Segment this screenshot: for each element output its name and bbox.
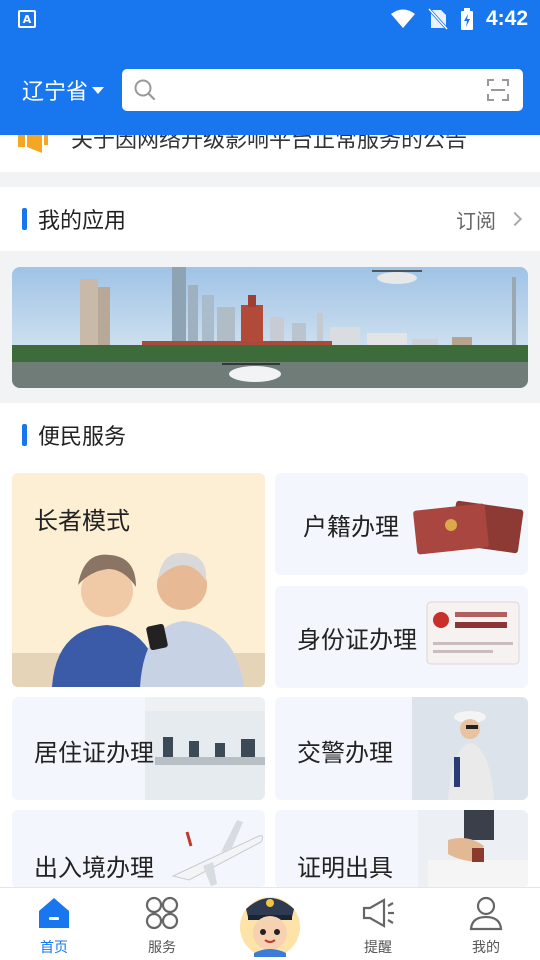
home-icon [39,898,69,928]
wifi-icon [390,9,415,28]
police-mascot-icon[interactable] [238,887,302,957]
scan-icon[interactable] [487,79,509,101]
section-accent-bar [22,424,27,446]
service-label: 出入境办理 [34,854,154,882]
service-label: 户籍办理 [303,513,399,541]
subscribe-link[interactable]: 订阅 [456,205,523,234]
subscribe-label: 订阅 [456,208,496,233]
my-apps-header: 我的应用 订阅 [0,187,540,251]
notice-text: 关于因网络升级影响平台正常服务的公告 [71,135,468,153]
grid-icon [145,896,179,930]
chevron-right-icon [507,211,523,227]
app-notification-icon: A [18,10,36,28]
tab-label: 提醒 [364,940,392,956]
search-input[interactable] [156,69,487,111]
top-header: A 4:42 辽宁省 [0,0,540,135]
household-booklet-image [413,500,524,555]
services-header: 便民服务 [0,403,540,467]
service-card-exit-entry[interactable]: 出入境办理 [12,810,265,888]
tab-label: 服务 [148,940,176,956]
tab-label: 首页 [40,940,68,956]
province-label: 辽宁省 [22,80,89,105]
traffic-police-image [412,697,528,800]
service-card-household[interactable]: 户籍办理 [275,473,528,575]
battery-icon [460,8,473,30]
user-icon [469,896,503,931]
service-label: 证明出具 [297,854,393,882]
elderly-couple-image [12,552,265,687]
notice-bar[interactable]: 关于因网络升级影响平台正常服务的公告 [0,135,540,172]
service-label: 身份证办理 [297,626,417,654]
province-selector[interactable]: 辽宁省 [22,74,105,106]
city-banner[interactable] [12,267,528,388]
service-card-traffic-police[interactable]: 交警办理 [275,697,528,800]
my-apps-title: 我的应用 [38,209,127,234]
service-card-residence-permit[interactable]: 居住证办理 [12,697,265,800]
tab-mine[interactable]: 我的 [432,888,540,960]
service-label: 居住证办理 [34,739,154,767]
services-title: 便民服务 [38,425,127,450]
services-section: 便民服务 长者模式 户籍办理 身份证办理 居住证办理 交警办理 出入境办理 证明… [0,403,540,888]
service-label: 交警办理 [297,739,393,767]
search-bar[interactable] [122,69,523,111]
tab-home[interactable]: 首页 [0,888,108,960]
city-skyline-image [12,267,528,388]
tab-reminders[interactable]: 提醒 [324,888,432,960]
tab-services[interactable]: 服务 [108,888,216,960]
status-bar: A 4:42 [0,0,540,38]
caret-down-icon [92,86,105,94]
tab-label: 我的 [472,940,500,956]
service-card-elder-mode[interactable]: 长者模式 [12,473,265,687]
search-icon [134,79,156,101]
stamping-document-image [418,810,528,888]
megaphone-icon [362,898,394,928]
id-card-image [426,601,520,665]
service-hall-image [145,697,265,800]
airplane-image [171,820,264,886]
megaphone-notice-icon [18,135,48,153]
service-label: 长者模式 [34,507,130,535]
service-card-id-card[interactable]: 身份证办理 [275,586,528,688]
section-accent-bar [22,208,27,230]
status-time: 4:42 [485,7,528,30]
service-card-certificate[interactable]: 证明出具 [275,810,528,888]
no-sim-icon [427,8,448,30]
